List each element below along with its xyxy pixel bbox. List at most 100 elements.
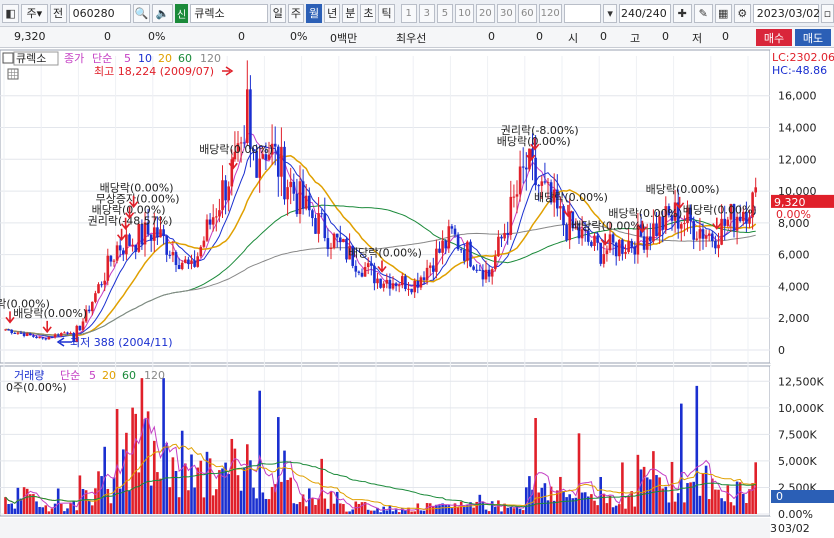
volume-bar: [258, 390, 261, 514]
volume-sub-label: 0주(0.00%): [6, 381, 67, 394]
candle-body: [311, 210, 314, 219]
volume-bar: [642, 466, 646, 514]
tab-period-month[interactable]: 월: [305, 3, 323, 23]
candle-body: [459, 249, 463, 251]
sell-button[interactable]: 매도: [795, 29, 831, 46]
crosshair-icon[interactable]: ✚: [672, 3, 692, 23]
candle-body: [590, 241, 593, 246]
candle-body: [441, 240, 444, 253]
calendar-icon[interactable]: ▫: [820, 3, 834, 23]
chevron-down-icon[interactable]: ▾: [603, 3, 617, 23]
candle-body: [366, 263, 370, 268]
tab-period-day[interactable]: 일: [269, 3, 286, 23]
annotation-label: 권리락(-8.00%): [501, 124, 579, 137]
volume-bar: [639, 469, 643, 514]
date-input[interactable]: 2023/03/02: [752, 3, 820, 23]
volume-bar: [394, 509, 398, 514]
candle-body: [168, 254, 172, 256]
interval-10[interactable]: 10: [454, 3, 474, 23]
volume-bar: [193, 487, 196, 514]
bottom-right-date: 03/02: [778, 522, 810, 535]
candle-body: [91, 301, 94, 312]
volume-legend-ma60: 60: [122, 369, 136, 382]
candle-body: [314, 218, 317, 234]
volume-bar: [280, 481, 283, 514]
tab-period-year[interactable]: 년: [324, 3, 341, 23]
candle-body: [627, 241, 630, 252]
candle-body: [611, 234, 615, 243]
volume-bar: [87, 500, 91, 514]
candle-body: [78, 325, 82, 331]
candle-body: [153, 227, 156, 241]
volume-bar: [360, 502, 364, 514]
volume-bar: [75, 510, 79, 514]
candle-body: [357, 271, 361, 273]
interval-1[interactable]: 1: [400, 3, 417, 23]
candle-body: [180, 262, 184, 270]
stock-chart[interactable]: 배당락(0.00%)배당락(0.00%)권리락(-48.57%)배당락(0.00…: [0, 48, 834, 538]
volume-bar: [295, 504, 299, 514]
candle-body: [199, 246, 203, 257]
tab-period-week[interactable]: 주: [287, 3, 304, 23]
volume-bar: [605, 503, 609, 514]
candle-body: [707, 233, 711, 236]
stock-name-input[interactable]: 큐렉소: [190, 3, 268, 23]
gear-icon[interactable]: ⚙: [733, 3, 751, 23]
candle-body: [503, 232, 506, 239]
interval-5[interactable]: 5: [436, 3, 453, 23]
volume-bar: [109, 503, 113, 514]
current-volume-marker-value: 0: [776, 490, 783, 503]
candle-body: [323, 213, 327, 239]
volume-bar: [159, 478, 162, 514]
candle-body: [385, 279, 389, 284]
price-tick-label: 16,000: [778, 90, 817, 103]
volume-bar: [38, 506, 41, 514]
layout-icon[interactable]: ▦: [714, 3, 732, 23]
market-select[interactable]: 주 ▾: [21, 3, 48, 23]
interval-20[interactable]: 20: [475, 3, 495, 23]
candle-body: [447, 226, 451, 249]
volume-bar: [602, 493, 606, 514]
search-icon[interactable]: 🔍: [133, 3, 151, 23]
candle-body: [320, 213, 323, 215]
speaker-icon[interactable]: 🔈: [152, 3, 173, 23]
window-icon[interactable]: ◧: [2, 3, 20, 23]
candle-body: [317, 213, 320, 234]
volume-bar: [590, 494, 593, 514]
candle-body: [16, 332, 20, 334]
interval-30[interactable]: 30: [496, 3, 516, 23]
low-label: 저: [692, 32, 703, 45]
candle-body: [339, 237, 342, 243]
interval-120[interactable]: 120: [538, 3, 562, 23]
volume-bar: [81, 488, 85, 514]
candle-body: [490, 269, 494, 277]
volume-legend-ma120: 120: [144, 369, 165, 382]
tab-period-minute[interactable]: 분: [342, 3, 359, 23]
candle-body: [593, 235, 596, 246]
tab-period-second[interactable]: 초: [360, 3, 377, 23]
candle-body: [738, 216, 742, 222]
volume-bar: [397, 512, 401, 514]
volume-bar: [317, 498, 320, 514]
stock-code-input[interactable]: 060280: [68, 3, 132, 23]
volume-bar: [100, 476, 103, 514]
interval-3[interactable]: 3: [418, 3, 435, 23]
candle-body: [329, 247, 333, 249]
candle-body: [115, 245, 119, 261]
count-input[interactable]: 240/240: [618, 3, 671, 23]
candle-body: [466, 241, 469, 261]
tab-period-tick[interactable]: 틱: [378, 3, 395, 23]
lc-value: LC:2302.06: [772, 51, 834, 64]
volume-bar: [487, 511, 491, 514]
pencil-icon[interactable]: ✎: [693, 3, 713, 23]
buy-button[interactable]: 매수: [756, 29, 792, 46]
interval-60[interactable]: 60: [517, 3, 537, 23]
candle-body: [645, 236, 649, 250]
candle-body: [478, 269, 482, 271]
stock-type-button[interactable]: 전: [49, 3, 67, 23]
volume-bar: [463, 507, 466, 514]
interval-custom-input[interactable]: [563, 3, 602, 23]
candle-body: [754, 187, 757, 193]
candle-body: [41, 337, 44, 339]
volume-bar: [698, 495, 702, 514]
